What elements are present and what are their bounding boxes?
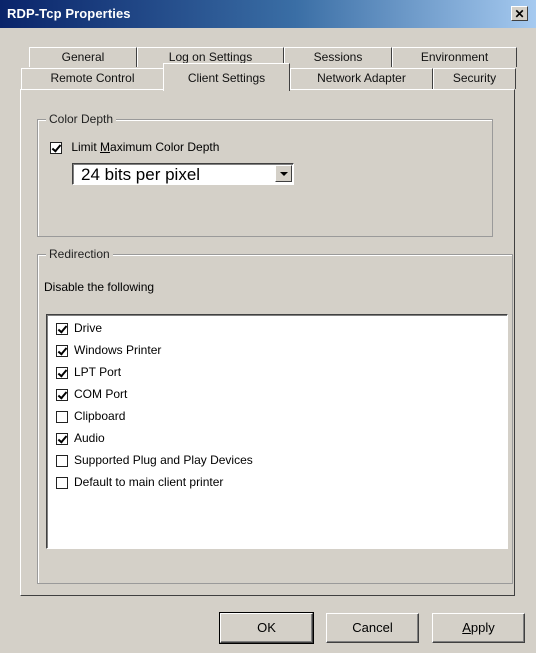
color-depth-select[interactable]: 24 bits per pixel	[72, 163, 294, 185]
list-item-label: LPT Port	[74, 365, 122, 379]
apply-button[interactable]: Apply	[432, 613, 525, 643]
lpt-port-checkbox[interactable]	[56, 366, 68, 379]
list-item-label: Audio	[74, 431, 105, 445]
drive-checkbox[interactable]	[56, 322, 68, 335]
list-item-label: Default to main client printer	[74, 475, 224, 489]
tab-environment[interactable]: Environment	[392, 47, 517, 67]
list-item-label: Drive	[74, 321, 103, 335]
limit-color-depth-checkbox[interactable]	[50, 141, 62, 154]
list-item-label: Clipboard	[74, 409, 126, 423]
tab-client-settings[interactable]: Client Settings	[163, 63, 290, 91]
tab-label: Network Adapter	[317, 71, 406, 85]
color-depth-legend: Color Depth	[46, 112, 117, 126]
list-item-label: Windows Printer	[74, 343, 162, 357]
list-item[interactable]: Audio	[56, 428, 105, 448]
properties-dialog: RDP-Tcp Properties ✕ General Log on Sett…	[0, 0, 536, 653]
title-bar: RDP-Tcp Properties ✕	[0, 0, 536, 28]
tab-label: Security	[452, 71, 497, 85]
ok-button[interactable]: OK	[219, 612, 314, 644]
list-item[interactable]: Windows Printer	[56, 340, 161, 360]
tab-remote-control[interactable]: Remote Control	[21, 68, 164, 89]
color-depth-group: Color Depth Limit Maximum Color Depth 24…	[37, 112, 493, 237]
list-item[interactable]: Clipboard	[56, 406, 125, 426]
list-item[interactable]: Drive	[56, 318, 102, 338]
color-depth-value: 24 bits per pixel	[81, 165, 201, 184]
default-printer-checkbox[interactable]	[56, 476, 68, 489]
close-button[interactable]: ✕	[511, 6, 528, 21]
clipboard-checkbox[interactable]	[56, 410, 68, 423]
tab-label: Sessions	[313, 50, 363, 64]
cancel-label: Cancel	[352, 620, 393, 635]
limit-color-depth-option[interactable]: Limit Maximum Color Depth	[50, 140, 219, 154]
list-item-label: COM Port	[74, 387, 128, 401]
com-port-checkbox[interactable]	[56, 388, 68, 401]
cancel-button[interactable]: Cancel	[326, 613, 419, 643]
tab-network-adapter[interactable]: Network Adapter	[290, 68, 433, 89]
limit-color-depth-label: Limit Maximum Color Depth	[71, 140, 220, 154]
redirection-legend: Redirection	[46, 247, 113, 261]
tab-label: Environment	[420, 50, 489, 64]
tab-label: Client Settings	[187, 71, 266, 85]
list-item[interactable]: Default to main client printer	[56, 472, 223, 492]
list-item[interactable]: LPT Port	[56, 362, 121, 382]
redirection-listbox[interactable]: Drive Windows Printer LPT Port COM Port …	[46, 314, 508, 549]
tab-label: Log on Settings	[168, 50, 253, 64]
tab-label: General	[61, 50, 105, 64]
disable-following-label: Disable the following	[44, 280, 155, 294]
tab-sessions[interactable]: Sessions	[284, 47, 392, 67]
tab-security[interactable]: Security	[433, 68, 516, 89]
list-item[interactable]: COM Port	[56, 384, 127, 404]
tab-general[interactable]: General	[29, 47, 137, 67]
window-title: RDP-Tcp Properties	[7, 6, 131, 21]
audio-checkbox[interactable]	[56, 432, 68, 445]
list-item[interactable]: Supported Plug and Play Devices	[56, 450, 253, 470]
chevron-down-icon[interactable]	[275, 165, 292, 182]
list-item-label: Supported Plug and Play Devices	[74, 453, 253, 467]
tab-label: Remote Control	[50, 71, 135, 85]
apply-label: Apply	[462, 620, 495, 635]
ok-label: OK	[257, 620, 276, 635]
pnp-devices-checkbox[interactable]	[56, 454, 68, 467]
windows-printer-checkbox[interactable]	[56, 344, 68, 357]
close-icon: ✕	[514, 7, 525, 21]
